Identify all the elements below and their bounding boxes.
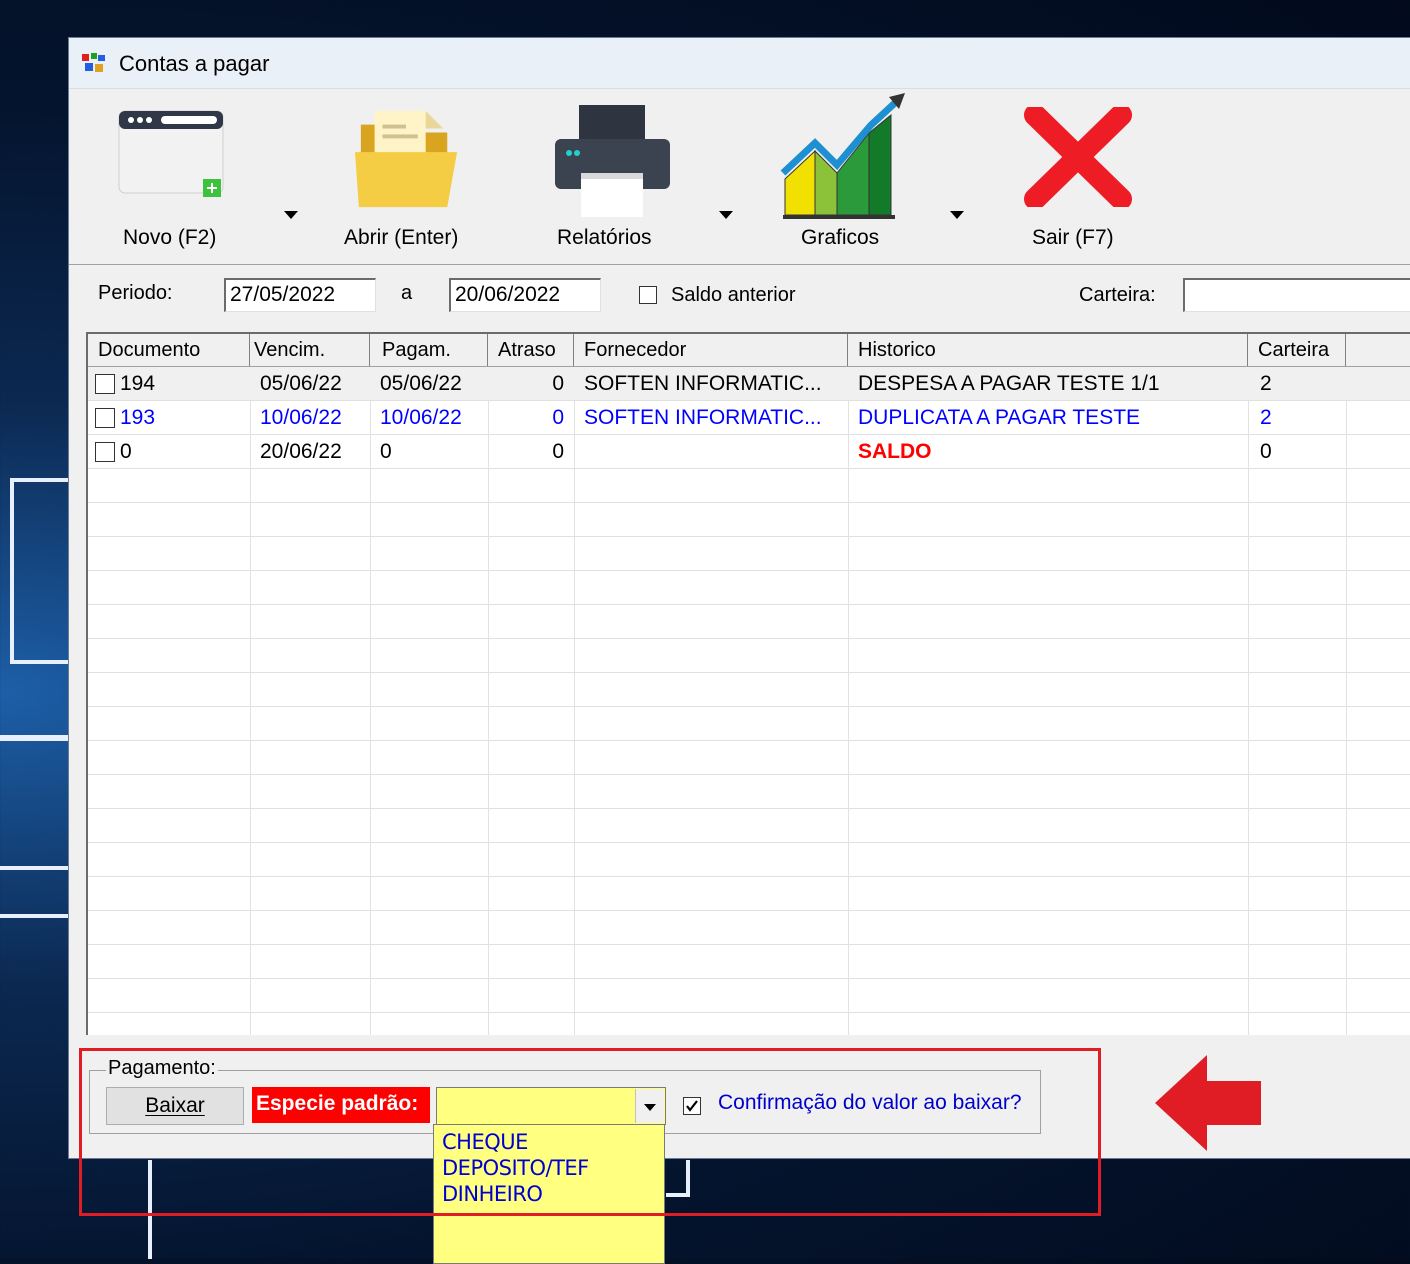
contas-a-pagar-window: Contas a pagar Novo (F2) Abrir (Enter) R…	[68, 37, 1410, 1159]
desktop-decoration	[10, 660, 68, 664]
table-row	[88, 571, 1410, 605]
documento-cell: 194	[120, 372, 156, 395]
table-row	[88, 673, 1410, 707]
col-pagam[interactable]: Pagam.	[370, 334, 488, 366]
table-row	[88, 639, 1410, 673]
red-arrow-icon	[1155, 1055, 1261, 1151]
novo-button[interactable]: Novo (F2)	[99, 89, 289, 261]
col-historico[interactable]: Historico	[848, 334, 1248, 366]
atraso-cell: 0	[552, 440, 564, 463]
table-row	[88, 707, 1410, 741]
table-row	[88, 877, 1410, 911]
desktop-decoration	[0, 914, 68, 918]
novo-label: Novo (F2)	[123, 226, 217, 249]
end-date-input[interactable]: 20/06/2022	[449, 278, 601, 312]
table-row	[88, 537, 1410, 571]
row-checkbox[interactable]	[95, 442, 115, 462]
desktop-decoration	[10, 478, 14, 663]
atraso-cell: 0	[552, 372, 564, 395]
relatorios-button[interactable]: Relatórios	[539, 89, 689, 261]
close-icon	[1024, 107, 1132, 207]
pagam-cell: 0	[380, 440, 392, 463]
graficos-button[interactable]: Graficos	[769, 89, 919, 261]
table-row	[88, 979, 1410, 1013]
row-checkbox[interactable]	[95, 408, 115, 428]
carteira-label: Carteira:	[1079, 284, 1156, 306]
a-label: a	[401, 282, 413, 304]
folder-icon	[354, 110, 458, 208]
sair-button[interactable]: Sair (F7)	[1009, 89, 1149, 261]
abrir-button[interactable]: Abrir (Enter)	[334, 89, 484, 261]
col-vencim[interactable]: Vencim.	[250, 334, 370, 366]
vencim-cell: 05/06/22	[260, 372, 342, 395]
graficos-dropdown-icon[interactable]	[950, 211, 964, 219]
table-row	[88, 775, 1410, 809]
historico-cell: SALDO	[858, 440, 932, 463]
documento-cell: 0	[120, 440, 132, 463]
table-row	[88, 843, 1410, 877]
novo-dropdown-icon[interactable]	[284, 211, 298, 219]
table-row[interactable]: 194 05/06/22 05/06/22 SOFTEN INFORMATIC... D…	[88, 367, 1410, 401]
window-title: Contas a pagar	[119, 51, 270, 76]
new-window-icon	[118, 110, 224, 197]
atraso-cell: 0	[552, 406, 564, 429]
title-bar[interactable]: Contas a pagar	[69, 38, 1410, 89]
desktop-decoration	[0, 866, 68, 870]
table-row	[88, 809, 1410, 843]
table-row	[88, 741, 1410, 775]
fornecedor-cell: SOFTEN INFORMATIC...	[584, 406, 822, 429]
table-row[interactable]: 0 20/06/22 0 SALDO 0 0	[88, 435, 1410, 469]
relatorios-dropdown-icon[interactable]	[719, 211, 733, 219]
historico-cell: DESPESA A PAGAR TESTE 1/1	[858, 372, 1160, 395]
start-date-input[interactable]: 27/05/2022	[224, 278, 376, 312]
grid-header: Documento Vencim. Pagam. Atraso Forneced…	[88, 334, 1410, 367]
col-fornecedor[interactable]: Fornecedor	[574, 334, 848, 366]
col-atraso[interactable]: Atraso	[488, 334, 574, 366]
table-row	[88, 503, 1410, 537]
carteira-cell: 2	[1260, 406, 1272, 429]
printer-icon	[555, 105, 670, 217]
table-row	[88, 605, 1410, 639]
desktop-decoration	[0, 735, 68, 741]
vencim-cell: 20/06/22	[260, 440, 342, 463]
abrir-label: Abrir (Enter)	[344, 226, 459, 249]
table-row[interactable]: 193 10/06/22 10/06/22 SOFTEN INFORMATIC... D…	[88, 401, 1410, 435]
carteira-input[interactable]	[1183, 278, 1410, 312]
col-documento[interactable]: Documento	[88, 334, 250, 366]
row-checkbox[interactable]	[95, 374, 115, 394]
app-icon	[82, 53, 105, 72]
table-row	[88, 469, 1410, 503]
pagam-cell: 05/06/22	[380, 372, 462, 395]
highlight-box	[79, 1048, 1101, 1216]
periodo-label: Periodo:	[98, 282, 173, 304]
carteira-cell: 0	[1260, 440, 1272, 463]
carteira-cell: 2	[1260, 372, 1272, 395]
chart-icon	[780, 93, 905, 219]
table-row	[88, 911, 1410, 945]
historico-cell: DUPLICATA A PAGAR TESTE	[858, 406, 1141, 429]
filter-bar: Periodo: 27/05/2022 a 20/06/2022 Saldo a…	[69, 266, 1410, 326]
pagam-cell: 10/06/22	[380, 406, 462, 429]
sair-label: Sair (F7)	[1032, 226, 1114, 249]
toolbar: Novo (F2) Abrir (Enter) Relatórios Grafi…	[69, 89, 1410, 265]
col-carteira[interactable]: Carteira	[1248, 334, 1346, 366]
relatorios-label: Relatórios	[557, 226, 652, 249]
desktop-decoration	[10, 478, 68, 482]
saldo-anterior-checkbox[interactable]	[639, 286, 657, 304]
graficos-label: Graficos	[801, 226, 880, 249]
vencim-cell: 10/06/22	[260, 406, 342, 429]
saldo-anterior-label: Saldo anterior	[671, 284, 796, 306]
contas-grid[interactable]: Documento Vencim. Pagam. Atraso Forneced…	[86, 332, 1410, 1035]
table-row	[88, 945, 1410, 979]
documento-cell: 193	[120, 406, 156, 429]
fornecedor-cell: SOFTEN INFORMATIC...	[584, 372, 822, 395]
